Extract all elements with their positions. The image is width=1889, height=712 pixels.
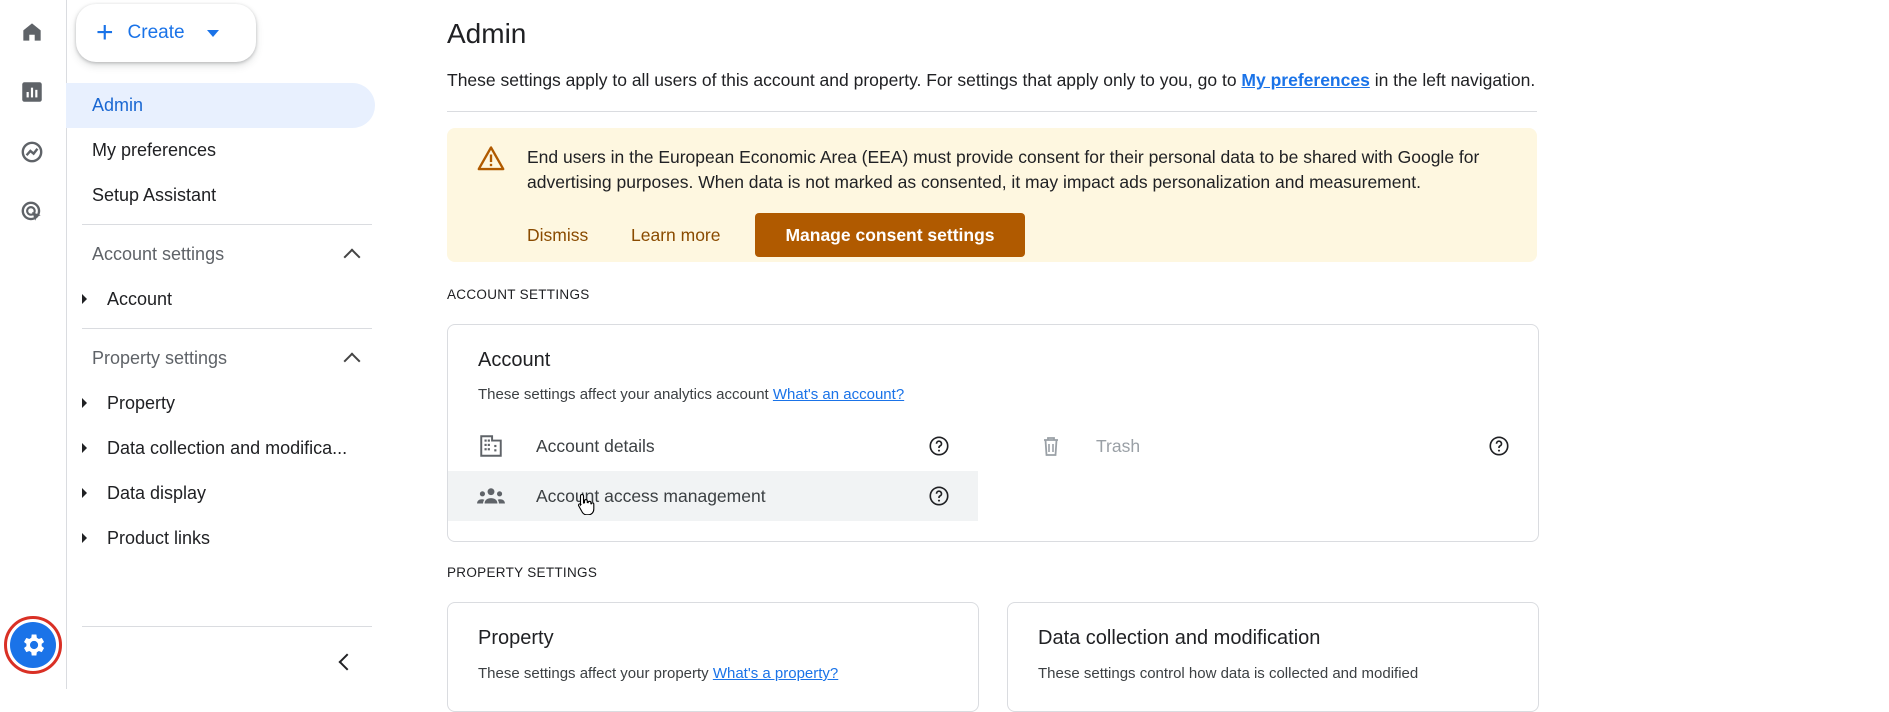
create-button-label: Create — [127, 22, 185, 43]
divider — [82, 328, 372, 329]
card-description-text: These settings affect your analytics acc… — [478, 386, 773, 403]
account-details-row[interactable]: Account details — [448, 421, 978, 471]
chevron-left-icon — [338, 653, 356, 671]
hand-cursor-icon — [577, 493, 595, 520]
expand-arrow-icon — [82, 398, 87, 408]
description-text: These settings apply to all users of thi… — [447, 70, 1242, 90]
sidebar-item-label: Setup Assistant — [92, 185, 217, 205]
caret-down-icon — [206, 29, 219, 37]
collapse-sidebar-button[interactable] — [332, 650, 356, 674]
description-text-suffix: in the left navigation. — [1369, 70, 1536, 90]
explore-icon[interactable] — [17, 137, 47, 167]
card-description: These settings affect your analytics acc… — [478, 386, 904, 403]
account-details-label: Account details — [536, 435, 655, 456]
whats-an-account-link[interactable]: What's an account? — [773, 386, 904, 403]
banner-message: End users in the European Economic Area … — [527, 147, 1480, 192]
sidebar-item-label: Data display — [107, 482, 207, 503]
people-icon — [476, 481, 506, 511]
sidebar-item-label: Property — [107, 392, 176, 413]
account-card: Account These settings affect your analy… — [447, 324, 1539, 542]
expand-arrow-icon — [82, 294, 87, 304]
sidebar-item-data-collection[interactable]: Data collection and modifica... — [82, 435, 347, 461]
sidebar-item-admin[interactable]: Admin — [66, 83, 375, 128]
divider — [82, 626, 372, 627]
reports-icon[interactable] — [17, 77, 47, 107]
data-collection-card: Data collection and modification These s… — [1007, 602, 1539, 712]
sidebar-item-label: Admin — [92, 95, 144, 115]
account-settings-section[interactable]: Account settings — [92, 241, 362, 267]
sidebar-item-setup-assistant[interactable]: Setup Assistant — [66, 173, 216, 218]
help-icon[interactable] — [928, 435, 950, 457]
sidebar-item-label: My preferences — [92, 140, 217, 160]
manage-consent-settings-button[interactable]: Manage consent settings — [755, 213, 1025, 257]
my-preferences-link[interactable]: My preferences — [1241, 70, 1369, 90]
divider — [82, 224, 372, 225]
expand-arrow-icon — [82, 443, 87, 453]
card-title: Data collection and modification — [1038, 627, 1321, 649]
plus-icon: + — [96, 16, 114, 49]
expand-arrow-icon — [82, 488, 87, 498]
card-description: These settings control how data is colle… — [1038, 665, 1419, 682]
sidebar-item-label: Product links — [107, 527, 211, 548]
chevron-up-icon — [343, 352, 361, 369]
trash-label: Trash — [1096, 435, 1141, 456]
consent-banner: End users in the European Economic Area … — [447, 128, 1537, 262]
page-title: Admin — [447, 18, 527, 49]
page-description: These settings apply to all users of thi… — [447, 70, 1535, 91]
whats-a-property-link[interactable]: What's a property? — [713, 665, 838, 682]
divider — [447, 111, 1537, 112]
warning-icon — [477, 145, 505, 176]
help-icon[interactable] — [928, 485, 950, 507]
expand-arrow-icon — [82, 533, 87, 543]
trash-icon — [1036, 431, 1066, 461]
card-description-text: These settings affect your property — [478, 665, 713, 682]
card-title: Property — [478, 627, 554, 649]
home-icon[interactable] — [17, 17, 47, 47]
sidebar-item-data-display[interactable]: Data display — [82, 480, 206, 506]
property-settings-heading: PROPERTY SETTINGS — [447, 565, 598, 580]
property-settings-section[interactable]: Property settings — [92, 345, 362, 371]
account-settings-heading: ACCOUNT SETTINGS — [447, 287, 590, 302]
sidebar-item-product-links[interactable]: Product links — [82, 525, 210, 551]
sidebar-item-label: Data collection and modifica... — [107, 437, 348, 458]
building-icon — [476, 431, 506, 461]
card-title: Account — [478, 349, 551, 371]
account-access-management-row[interactable]: Account access management — [448, 471, 978, 521]
card-description: These settings affect your property What… — [478, 665, 838, 682]
section-label: Property settings — [92, 347, 228, 368]
section-label: Account settings — [92, 243, 225, 264]
create-button[interactable]: + Create — [76, 4, 256, 62]
chevron-up-icon — [343, 248, 361, 265]
sidebar-item-label: Account — [107, 288, 173, 309]
property-card: Property These settings affect your prop… — [447, 602, 979, 712]
dismiss-button[interactable]: Dismiss — [527, 213, 588, 257]
sidebar-item-my-preferences[interactable]: My preferences — [66, 128, 216, 173]
trash-row[interactable]: Trash — [1008, 421, 1538, 471]
icon-rail — [0, 0, 67, 689]
help-icon[interactable] — [1488, 435, 1510, 457]
admin-gear-icon[interactable] — [4, 616, 62, 674]
sidebar-item-account[interactable]: Account — [82, 286, 172, 312]
learn-more-button[interactable]: Learn more — [631, 213, 721, 257]
advertising-icon[interactable] — [17, 197, 47, 227]
sidebar-item-property[interactable]: Property — [82, 390, 175, 416]
